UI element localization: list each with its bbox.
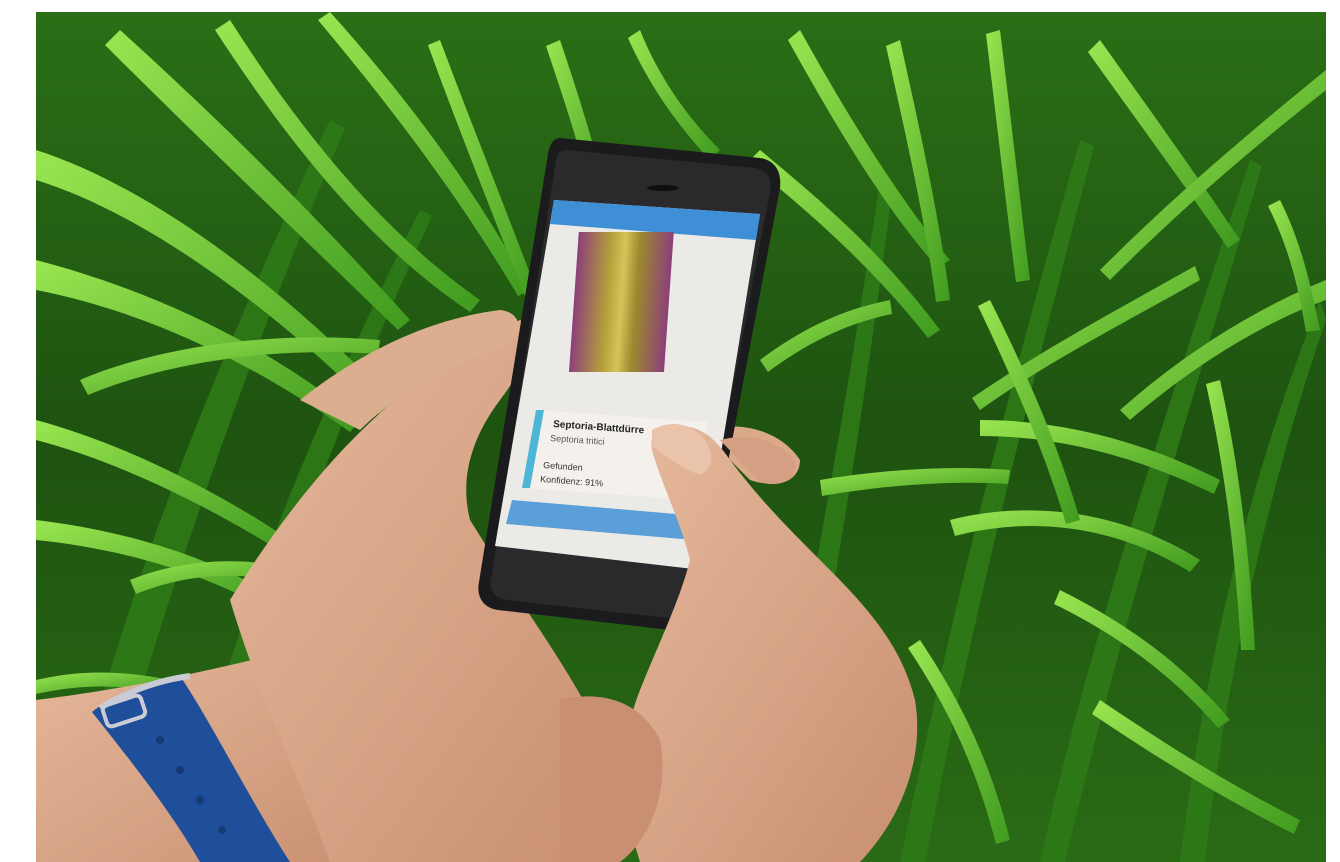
photo-scene: Septoria-Blattdürre Septoria tritici Gef… (36, 12, 1326, 862)
grass-field: Septoria-Blattdürre Septoria tritici Gef… (36, 12, 1326, 862)
